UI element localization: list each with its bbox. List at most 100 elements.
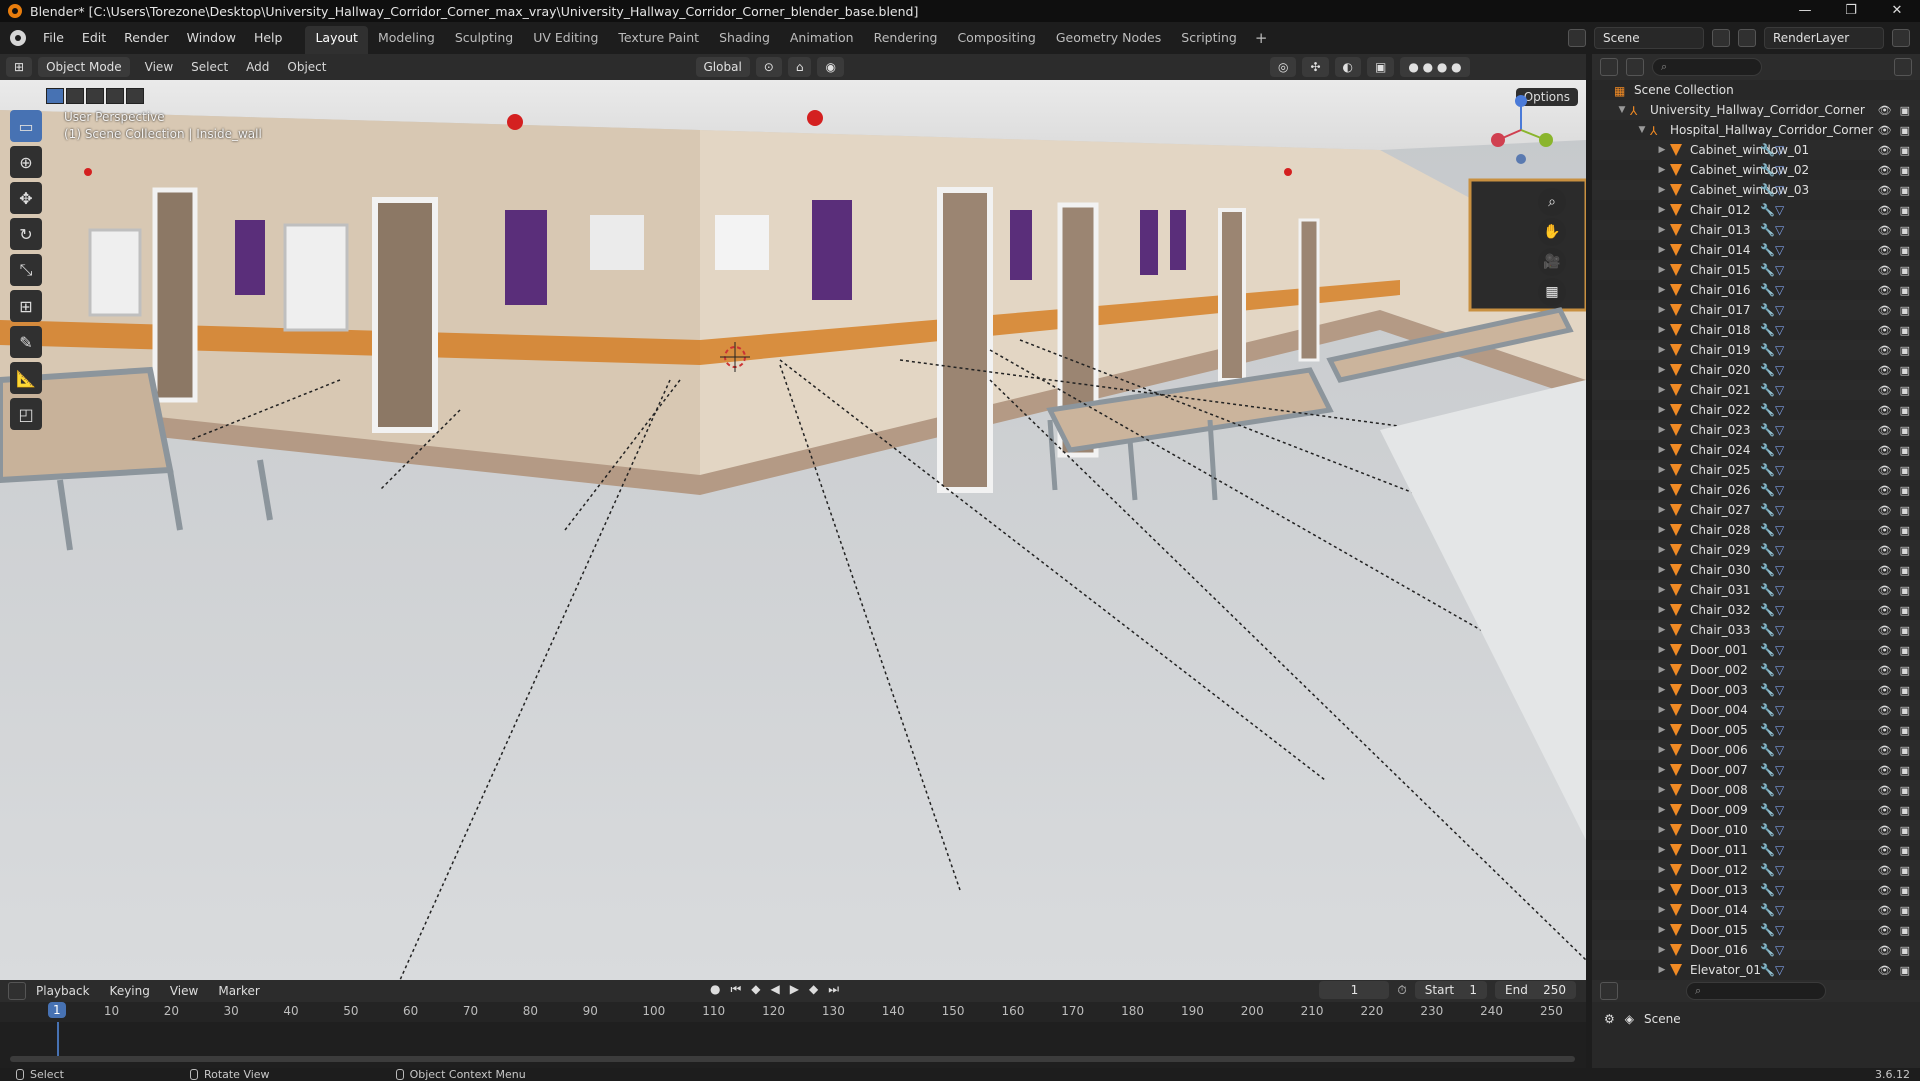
eye-icon[interactable]: 👁 (1878, 644, 1892, 657)
modifier-mesh-icons[interactable]: 🔧▽ (1760, 663, 1784, 677)
eye-icon[interactable]: 👁 (1878, 184, 1892, 197)
blender-menu-icon[interactable] (10, 30, 26, 46)
restore-button[interactable]: ❐ (1828, 0, 1874, 22)
eye-icon[interactable]: 👁 (1878, 844, 1892, 857)
camera-icon[interactable]: ▣ (1900, 424, 1910, 437)
new-view-layer-icon[interactable] (1892, 29, 1910, 47)
menu-edit[interactable]: Edit (73, 22, 115, 54)
camera-icon[interactable]: ▣ (1900, 924, 1910, 937)
expand-icon[interactable]: ▶ (1656, 685, 1668, 695)
camera-icon[interactable]: ▣ (1900, 324, 1910, 337)
camera-icon[interactable]: ▣ (1900, 144, 1910, 157)
expand-icon[interactable]: ▶ (1656, 765, 1668, 775)
outliner-object-row[interactable]: ▶ Door_004 🔧▽ 👁 ▣ (1592, 700, 1920, 720)
eye-icon[interactable]: 👁 (1878, 784, 1892, 797)
outliner-object-row[interactable]: ▶ Chair_022 🔧▽ 👁 ▣ (1592, 400, 1920, 420)
eye-icon[interactable]: 👁 (1878, 104, 1892, 117)
outliner-object-row[interactable]: ▶ Door_003 🔧▽ 👁 ▣ (1592, 680, 1920, 700)
camera-icon[interactable]: ▣ (1900, 124, 1910, 137)
scene-icon[interactable] (1568, 29, 1586, 47)
outliner-object-row[interactable]: ▶ Chair_023 🔧▽ 👁 ▣ (1592, 420, 1920, 440)
eye-icon[interactable]: 👁 (1878, 324, 1892, 337)
expand-icon[interactable]: ▶ (1656, 825, 1668, 835)
menu-select[interactable]: Select (182, 60, 237, 74)
outliner-search-input[interactable]: ⌕ (1652, 58, 1762, 76)
eye-icon[interactable]: 👁 (1878, 824, 1892, 837)
camera-icon[interactable]: ▣ (1900, 704, 1910, 717)
camera-icon[interactable]: ▣ (1900, 864, 1910, 877)
modifier-mesh-icons[interactable]: 🔧▽ (1760, 363, 1784, 377)
camera-icon[interactable]: ▣ (1900, 764, 1910, 777)
select-new-icon[interactable] (46, 88, 64, 104)
timeline-scrollbar[interactable] (10, 1056, 1575, 1062)
outliner-object-row[interactable]: ▶ Chair_031 🔧▽ 👁 ▣ (1592, 580, 1920, 600)
camera-icon[interactable]: ▣ (1900, 244, 1910, 257)
expand-icon[interactable]: ▶ (1656, 425, 1668, 435)
new-scene-icon[interactable] (1712, 29, 1730, 47)
outliner-object-row[interactable]: ▶ Elevator_01 🔧▽ 👁 ▣ (1592, 960, 1920, 980)
modifier-mesh-icons[interactable]: 🔧▽ (1760, 683, 1784, 697)
select-box-icon[interactable]: ▭ (10, 110, 42, 142)
eye-icon[interactable]: 👁 (1878, 544, 1892, 557)
modifier-mesh-icons[interactable]: 🔧▽ (1760, 283, 1784, 297)
modifier-mesh-icons[interactable]: 🔧▽ (1760, 263, 1784, 277)
menu-view[interactable]: View (136, 60, 182, 74)
eye-icon[interactable]: 👁 (1878, 364, 1892, 377)
expand-icon[interactable]: ▶ (1656, 585, 1668, 595)
menu-file[interactable]: File (34, 22, 73, 54)
modifier-mesh-icons[interactable]: 🔧▽ (1760, 383, 1784, 397)
modifier-mesh-icons[interactable]: 🔧▽ (1760, 303, 1784, 317)
modifier-mesh-icons[interactable]: 🔧▽ (1760, 143, 1784, 157)
modifier-mesh-icons[interactable]: 🔧▽ (1760, 863, 1784, 877)
play-reverse-icon[interactable]: ◀ (771, 982, 780, 997)
outliner-object-row[interactable]: ▶ Door_012 🔧▽ 👁 ▣ (1592, 860, 1920, 880)
expand-icon[interactable]: ▼ (1636, 125, 1648, 135)
modifier-mesh-icons[interactable]: 🔧▽ (1760, 203, 1784, 217)
expand-icon[interactable]: ▶ (1656, 965, 1668, 975)
expand-icon[interactable]: ▶ (1656, 525, 1668, 535)
add-workspace-button[interactable]: + (1247, 22, 1276, 54)
modifier-mesh-icons[interactable]: 🔧▽ (1760, 623, 1784, 637)
playhead-frame[interactable]: 1 (48, 1002, 66, 1018)
expand-icon[interactable]: ▶ (1656, 465, 1668, 475)
eye-icon[interactable]: 👁 (1878, 164, 1892, 177)
measure-icon[interactable]: 📐 (10, 362, 42, 394)
outliner-object-row[interactable]: ▶ Chair_029 🔧▽ 👁 ▣ (1592, 540, 1920, 560)
modifier-mesh-icons[interactable]: 🔧▽ (1760, 723, 1784, 737)
eye-icon[interactable]: 👁 (1878, 464, 1892, 477)
eye-icon[interactable]: 👁 (1878, 124, 1892, 137)
expand-icon[interactable]: ▶ (1656, 185, 1668, 195)
eye-icon[interactable]: 👁 (1878, 204, 1892, 217)
expand-icon[interactable]: ▶ (1656, 565, 1668, 575)
scale-icon[interactable]: ⤡ (10, 254, 42, 286)
camera-icon[interactable]: ▣ (1900, 644, 1910, 657)
camera-icon[interactable]: ▣ (1900, 824, 1910, 837)
eye-icon[interactable]: 👁 (1878, 264, 1892, 277)
outliner-object-row[interactable]: ▶ Chair_015 🔧▽ 👁 ▣ (1592, 260, 1920, 280)
outliner-object-row[interactable]: ▶ Door_013 🔧▽ 👁 ▣ (1592, 880, 1920, 900)
camera-icon[interactable]: ▣ (1900, 104, 1910, 117)
current-frame-field[interactable]: 1 (1319, 981, 1390, 999)
eye-icon[interactable]: 👁 (1878, 724, 1892, 737)
eye-icon[interactable]: 👁 (1878, 484, 1892, 497)
outliner-object-row[interactable]: ▶ Cabinet_window_01 🔧▽ 👁 ▣ (1592, 140, 1920, 160)
expand-icon[interactable]: ▶ (1656, 625, 1668, 635)
eye-icon[interactable]: 👁 (1878, 944, 1892, 957)
eye-icon[interactable]: 👁 (1878, 704, 1892, 717)
navigation-gizmo[interactable] (1486, 95, 1556, 165)
eye-icon[interactable]: 👁 (1878, 884, 1892, 897)
gizmo-icon[interactable]: ✣ (1302, 57, 1329, 77)
proportional-edit-icon[interactable]: ◉ (817, 57, 844, 77)
modifier-mesh-icons[interactable]: 🔧▽ (1760, 783, 1784, 797)
eye-icon[interactable]: 👁 (1878, 684, 1892, 697)
cursor-icon[interactable]: ⊕ (10, 146, 42, 178)
expand-icon[interactable]: ▶ (1656, 725, 1668, 735)
modifier-mesh-icons[interactable]: 🔧▽ (1760, 543, 1784, 557)
eye-icon[interactable]: 👁 (1878, 524, 1892, 537)
eye-icon[interactable]: 👁 (1878, 444, 1892, 457)
select-intersect-icon[interactable] (126, 88, 144, 104)
collection-row[interactable]: ▼ ⅄ University_Hallway_Corridor_Corner 👁… (1592, 100, 1920, 120)
camera-icon[interactable]: ▣ (1900, 184, 1910, 197)
outliner-object-row[interactable]: ▶ Chair_033 🔧▽ 👁 ▣ (1592, 620, 1920, 640)
tab-compositing[interactable]: Compositing (947, 26, 1045, 54)
